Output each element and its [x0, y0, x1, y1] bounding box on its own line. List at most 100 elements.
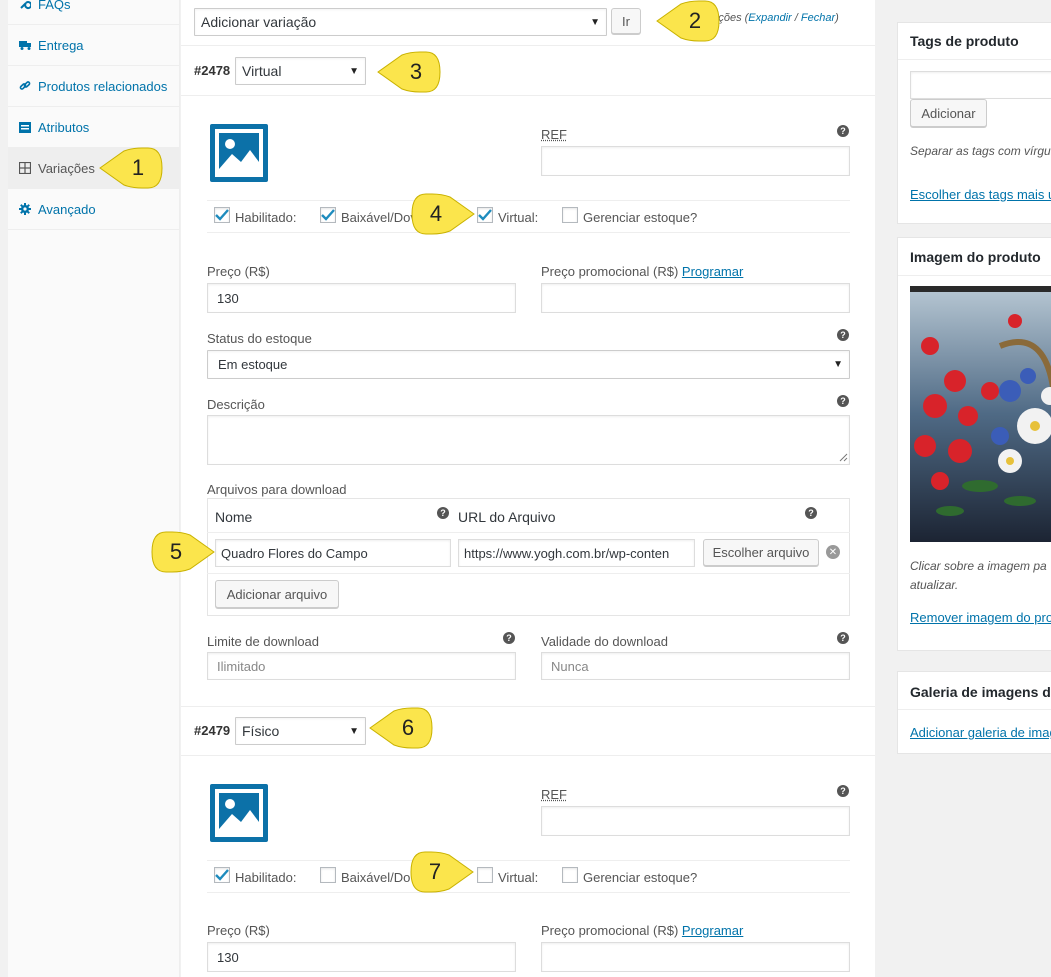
product-image[interactable] [910, 286, 1051, 542]
chevron-down-icon: ▼ [349, 66, 359, 77]
virtual-checkbox[interactable] [477, 867, 493, 883]
description-label: Descrição [207, 397, 265, 412]
downloadable-checkbox[interactable] [320, 867, 336, 883]
manage-stock-label: Gerenciar estoque? [583, 870, 697, 885]
tab-attributes[interactable]: Atributos [8, 107, 180, 148]
help-icon[interactable]: ? [837, 785, 849, 797]
download-limit-input[interactable]: Ilimitado [207, 652, 516, 680]
help-icon[interactable]: ? [837, 329, 849, 341]
schedule-link[interactable]: Programar [682, 923, 743, 938]
price-input[interactable]: 130 [207, 942, 516, 972]
paren-text: ) [835, 12, 839, 24]
add-file-button[interactable]: Adicionar arquivo [215, 580, 339, 608]
ref-label: REF [541, 787, 567, 802]
add-gallery-link[interactable]: Adicionar galeria de imag [910, 725, 1051, 740]
go-button[interactable]: Ir [611, 8, 641, 34]
variation-image-placeholder[interactable] [210, 784, 268, 842]
link-icon [18, 80, 32, 92]
checkmark-icon [478, 209, 492, 221]
downloadable-label: Baixável/Do [341, 870, 410, 885]
schedule-link[interactable]: Programar [682, 264, 743, 279]
tab-shipping[interactable]: Entrega [8, 25, 180, 66]
tab-label: Avançado [38, 202, 96, 217]
manage-stock-checkbox[interactable] [562, 207, 578, 223]
callout-number: 6 [368, 707, 434, 749]
virtual-label: Virtual: [498, 870, 538, 885]
tab-advanced[interactable]: Avançado [8, 189, 180, 230]
download-expiry-label: Validade do download [541, 634, 668, 649]
add-variation-select[interactable]: Adicionar variação ▼ [194, 8, 607, 36]
variation-id: #2479 [194, 723, 230, 738]
resize-handle-icon[interactable] [839, 453, 848, 462]
price-input[interactable]: 130 [207, 283, 516, 313]
callout-number: 7 [409, 851, 475, 893]
tags-add-button[interactable]: Adicionar [910, 99, 987, 127]
add-variation-value: Adicionar variação [201, 14, 316, 30]
image-hint-1: Clicar sobre a imagem pa [910, 559, 1047, 573]
tags-title[interactable]: Tags de produto [910, 33, 1019, 49]
divider [181, 95, 875, 96]
choose-file-button[interactable]: Escolher arquivo [703, 539, 819, 566]
sale-price-input[interactable] [541, 942, 850, 972]
virtual-checkbox[interactable] [477, 207, 493, 223]
help-icon[interactable]: ? [805, 507, 817, 519]
wrench-icon [18, 0, 32, 10]
close-link[interactable]: Fechar [801, 12, 835, 24]
divider [181, 706, 875, 707]
col-name-header: Nome [215, 509, 252, 525]
downloads-label: Arquivos para download [207, 482, 346, 497]
slash-text: / [792, 12, 801, 24]
callout-number: 5 [150, 531, 216, 573]
sale-price-input[interactable] [541, 283, 850, 313]
product-image-title[interactable]: Imagem do produto [910, 249, 1041, 265]
manage-stock-label: Gerenciar estoque? [583, 210, 697, 225]
callout-5: 5 [150, 531, 216, 573]
stock-status-label: Status do estoque [207, 331, 312, 346]
enabled-checkbox[interactable] [214, 207, 230, 223]
variation-type-value: Virtual [242, 63, 281, 79]
col-url-header: URL do Arquivo [458, 509, 556, 525]
tab-faqs[interactable]: FAQs [8, 0, 180, 25]
enabled-checkbox[interactable] [214, 867, 230, 883]
sku-input[interactable] [541, 806, 850, 836]
callout-number: 1 [98, 147, 164, 189]
stock-status-select[interactable]: Em estoque ▼ [207, 350, 850, 379]
tab-linked-products[interactable]: Produtos relacionados [8, 66, 180, 107]
gallery-title[interactable]: Galeria de imagens do [910, 684, 1051, 700]
remove-image-link[interactable]: Remover imagem do pro [910, 610, 1051, 625]
checkmark-icon [215, 869, 229, 881]
checkmark-icon [215, 209, 229, 221]
tab-label: Produtos relacionados [38, 79, 167, 94]
description-textarea[interactable] [207, 415, 850, 465]
tags-hint: Separar as tags com vírgu [910, 144, 1051, 158]
file-name-input[interactable]: Quadro Flores do Campo [215, 539, 451, 567]
help-icon[interactable]: ? [837, 125, 849, 137]
tags-choose-link[interactable]: Escolher das tags mais u [910, 187, 1051, 202]
variation-image-placeholder[interactable] [210, 124, 268, 182]
flowers-painting-image [910, 286, 1051, 542]
gear-icon [18, 203, 32, 215]
callout-3: 3 [376, 51, 442, 93]
help-icon[interactable]: ? [837, 632, 849, 644]
variation-type-select[interactable]: Virtual ▼ [235, 57, 366, 85]
manage-stock-checkbox[interactable] [562, 867, 578, 883]
tags-input[interactable] [910, 71, 1051, 99]
enabled-label: Habilitado: [235, 210, 296, 225]
variation-type-select[interactable]: Físico ▼ [235, 717, 366, 745]
downloadable-label: Baixável/Dov [341, 210, 417, 225]
help-icon[interactable]: ? [437, 507, 449, 519]
divider [207, 573, 850, 574]
divider [898, 709, 1051, 710]
help-icon[interactable]: ? [837, 395, 849, 407]
sku-input[interactable] [541, 146, 850, 176]
image-icon [210, 124, 268, 182]
downloadable-checkbox[interactable] [320, 207, 336, 223]
virtual-label: Virtual: [498, 210, 538, 225]
download-expiry-input[interactable]: Nunca [541, 652, 850, 680]
divider [207, 200, 850, 201]
file-url-input[interactable]: https://www.yogh.com.br/wp-conten [458, 539, 695, 567]
help-icon[interactable]: ? [503, 632, 515, 644]
divider [181, 45, 875, 46]
expand-link[interactable]: Expandir [748, 12, 791, 24]
delete-file-icon[interactable]: ✕ [826, 545, 840, 559]
